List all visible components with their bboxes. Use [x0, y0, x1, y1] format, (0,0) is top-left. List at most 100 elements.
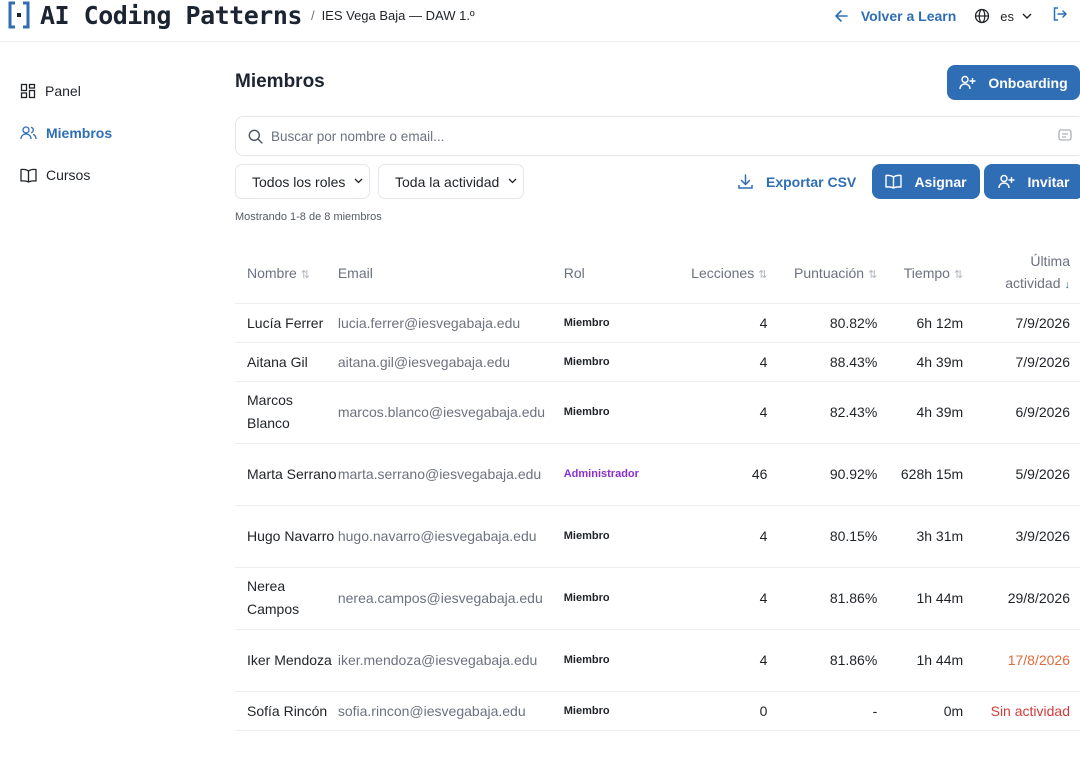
member-email: sofia.rincon@iesvegabaja.edu	[337, 691, 564, 731]
column-header-email: Email	[337, 243, 564, 304]
member-name: Lucía Ferrer	[235, 303, 338, 343]
member-role: Miembro	[563, 567, 664, 630]
sidebar-item-label: Miembros	[46, 125, 113, 141]
onboarding-label: Onboarding	[988, 74, 1068, 91]
column-header-label: Tiempo	[903, 264, 950, 281]
member-last-activity: 7/9/2026	[963, 342, 1080, 382]
member-time: 4h 39m	[877, 381, 964, 444]
member-name: Hugo Navarro	[235, 505, 338, 568]
member-score: 81.86%	[767, 567, 878, 630]
assign-button[interactable]: Asignar	[872, 164, 980, 199]
invite-button[interactable]: Invitar	[984, 164, 1080, 199]
globe-icon	[975, 8, 990, 24]
member-time: 6h 12m	[877, 303, 964, 343]
search-input[interactable]	[271, 128, 1051, 144]
top-bar: AI Coding Patterns / IES Vega Baja — DAW…	[0, 0, 1080, 42]
brand[interactable]: AI Coding Patterns / IES Vega Baja — DAW…	[8, 0, 475, 30]
member-lessons: 0	[663, 691, 768, 731]
member-name: Marcos Blanco	[235, 381, 338, 444]
member-role: Miembro	[563, 342, 664, 382]
keyboard-hint-icon	[1058, 129, 1072, 141]
activity-filter-select[interactable]: Toda la actividad	[378, 164, 524, 199]
role-filter-value: Todos los roles	[252, 173, 346, 190]
member-role: Administrador	[563, 443, 664, 506]
arrow-left-icon	[835, 10, 848, 22]
column-header-time[interactable]: Tiempo ⇅	[877, 243, 964, 304]
member-email: aitana.gil@iesvegabaja.edu	[337, 342, 564, 382]
members-table: Nombre ⇅ Email Rol Lecciones ⇅ Puntuación ⇅…	[235, 243, 1080, 731]
member-role: Miembro	[563, 381, 664, 444]
member-role: Miembro	[563, 303, 664, 343]
logo-icon	[8, 1, 30, 29]
member-lessons: 4	[663, 303, 768, 343]
member-name: Sofía Rincón	[235, 691, 338, 731]
export-csv-button[interactable]: Exportar CSV	[738, 164, 856, 199]
member-score: 90.92%	[767, 443, 878, 506]
member-lessons: 4	[663, 567, 768, 630]
onboarding-button[interactable]: Onboarding	[947, 65, 1080, 100]
chevron-down-icon	[354, 178, 363, 184]
member-score: 88.43%	[767, 342, 878, 382]
breadcrumb[interactable]: IES Vega Baja — DAW 1.º	[322, 8, 475, 23]
member-last-activity: 6/9/2026	[963, 381, 1080, 444]
member-email: nerea.campos@iesvegabaja.edu	[337, 567, 564, 630]
member-lessons: 4	[663, 381, 768, 444]
column-header-label: Nombre	[247, 264, 297, 281]
table-row[interactable]: Aitana Gil aitana.gil@iesvegabaja.edu Mi…	[235, 342, 1080, 382]
sort-icon: ⇅	[953, 268, 964, 281]
member-role: Miembro	[563, 505, 664, 568]
chevron-down-icon	[508, 178, 517, 184]
member-time: 3h 31m	[877, 505, 964, 568]
table-row[interactable]: Hugo Navarro hugo.navarro@iesvegabaja.ed…	[235, 505, 1080, 568]
column-header-label: Última	[1030, 252, 1070, 269]
column-header-label: Email	[337, 264, 373, 281]
export-csv-label: Exportar CSV	[766, 173, 857, 190]
table-row[interactable]: Iker Mendoza iker.mendoza@iesvegabaja.ed…	[235, 629, 1080, 692]
member-time: 0m	[877, 691, 964, 731]
column-header-label: actividad	[1005, 274, 1061, 291]
column-header-last-activity[interactable]: Última actividad ↓	[963, 243, 1080, 304]
sidebar: Panel Miembros Cursos	[20, 70, 200, 196]
table-row[interactable]: Marcos Blanco marcos.blanco@iesvegabaja.…	[235, 381, 1080, 444]
member-last-activity: 3/9/2026	[963, 505, 1080, 568]
sort-icon: ⇅	[868, 268, 878, 281]
member-lessons: 4	[663, 505, 768, 568]
column-header-name[interactable]: Nombre ⇅	[235, 243, 338, 304]
member-lessons: 46	[663, 443, 768, 506]
role-filter-select[interactable]: Todos los roles	[235, 164, 370, 199]
member-last-activity: 17/8/2026	[963, 629, 1080, 692]
member-last-activity: 7/9/2026	[963, 303, 1080, 343]
sidebar-item-members[interactable]: Miembros	[20, 112, 200, 154]
member-email: marcos.blanco@iesvegabaja.edu	[337, 381, 564, 444]
back-to-learn-link[interactable]: Volver a Learn	[834, 8, 956, 24]
member-last-activity: 29/8/2026	[963, 567, 1080, 630]
member-last-activity: 5/9/2026	[963, 443, 1080, 506]
table-row[interactable]: Sofía Rincón sofia.rincon@iesvegabaja.ed…	[235, 691, 1080, 731]
member-role: Miembro	[563, 629, 664, 692]
column-header-lessons[interactable]: Lecciones ⇅	[663, 243, 768, 304]
column-header-score[interactable]: Puntuación ⇅	[767, 243, 878, 304]
logout-icon	[1053, 6, 1067, 21]
member-lessons: 4	[663, 629, 768, 692]
download-icon	[738, 174, 753, 189]
table-header-row: Nombre ⇅ Email Rol Lecciones ⇅ Puntuación ⇅…	[235, 243, 1080, 304]
sidebar-item-label: Panel	[45, 83, 81, 99]
member-time: 4h 39m	[877, 342, 964, 382]
sidebar-item-courses[interactable]: Cursos	[20, 154, 200, 196]
table-row[interactable]: Marta Serrano marta.serrano@iesvegabaja.…	[235, 443, 1080, 506]
language-selector[interactable]: es	[974, 8, 1032, 24]
column-header-label: Rol	[563, 264, 585, 281]
sidebar-item-panel[interactable]: Panel	[20, 70, 200, 112]
user-plus-icon	[959, 75, 976, 90]
table-row[interactable]: Nerea Campos nerea.campos@iesvegabaja.ed…	[235, 567, 1080, 630]
logout-button[interactable]	[1052, 6, 1068, 27]
users-icon	[20, 126, 37, 140]
member-time: 628h 15m	[877, 443, 964, 506]
breadcrumb-separator: /	[310, 7, 315, 23]
table-row[interactable]: Lucía Ferrer lucia.ferrer@iesvegabaja.ed…	[235, 303, 1080, 343]
member-score: -	[767, 691, 878, 731]
book-icon	[885, 174, 903, 189]
member-role: Miembro	[563, 691, 664, 731]
book-icon	[20, 168, 37, 183]
column-header-label: Puntuación	[794, 264, 865, 281]
